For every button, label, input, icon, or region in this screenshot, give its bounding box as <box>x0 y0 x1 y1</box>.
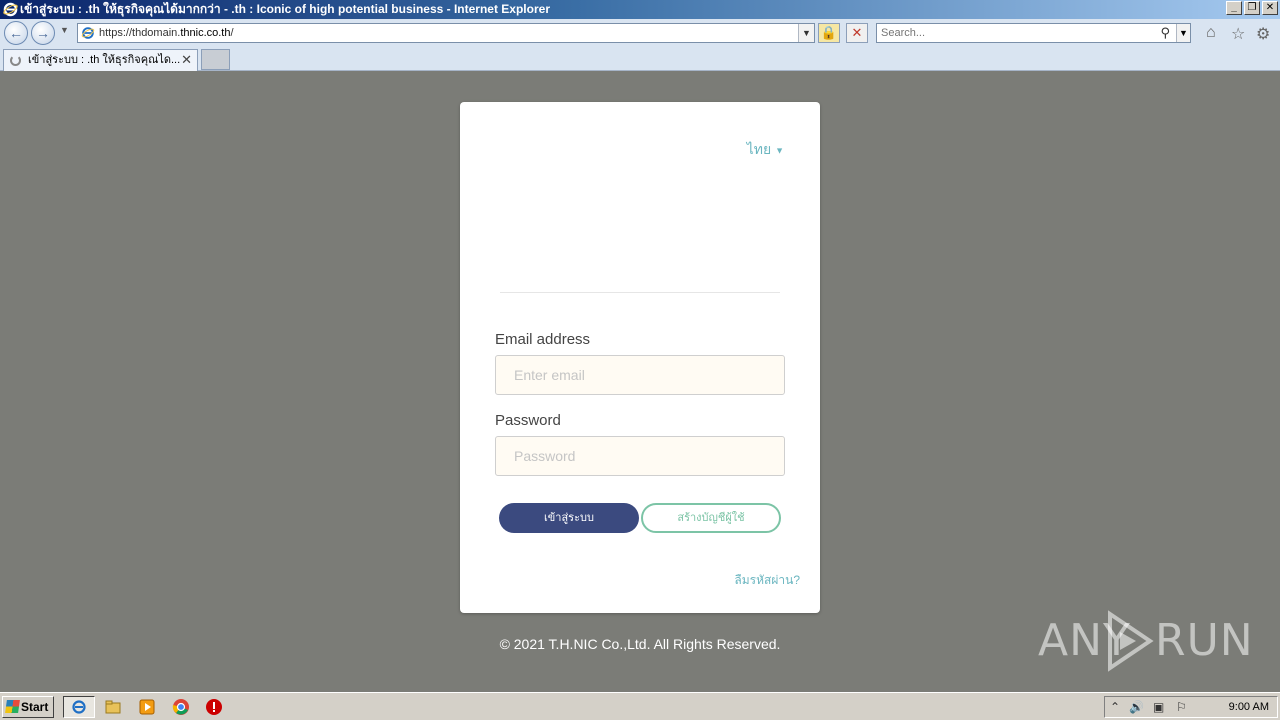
taskbar: Start ⌃ 🔊 ▣ ⚐ 9:00 AM <box>0 692 1280 720</box>
lock-icon[interactable]: 🔒 <box>818 23 840 43</box>
start-label: Start <box>21 700 49 714</box>
forward-arrow-icon: → <box>36 25 50 41</box>
search-icon[interactable]: ⚲ <box>1160 25 1170 41</box>
restore-button[interactable]: ❐ <box>1244 1 1260 15</box>
tab-title: เข้าสู่ระบบ : .th ให้ธุรกิจคุณได... <box>28 54 181 66</box>
media-player-icon[interactable] <box>138 698 156 716</box>
address-dropdown-icon[interactable]: ▼ <box>798 24 814 42</box>
search-box[interactable]: ⚲ ▼ <box>876 23 1191 43</box>
login-button[interactable]: เข้าสู่ระบบ <box>499 503 639 533</box>
history-dropdown-icon[interactable]: ▼ <box>60 25 69 35</box>
loading-spinner-icon <box>10 55 21 66</box>
gear-icon[interactable]: ⚙ <box>1256 24 1270 44</box>
login-card: ไทย ▼ Email address Password เข้าสู่ระบบ… <box>460 102 820 613</box>
back-arrow-icon: ← <box>9 25 23 41</box>
start-button[interactable]: Start <box>2 696 54 718</box>
tab-bar: เข้าสู่ระบบ : .th ให้ธุรกิจคุณได... ✕ <box>0 47 1280 71</box>
stop-icon[interactable]: ✕ <box>846 23 868 43</box>
action-center-flag-icon[interactable]: ⚐ <box>1176 700 1187 714</box>
internet-explorer-icon <box>72 700 86 714</box>
address-bar[interactable]: https://thdomain.thnic.co.th/ ▼ <box>77 23 815 43</box>
network-icon[interactable]: ▣ <box>1153 700 1164 714</box>
navigation-bar: ← → ▼ https://thdomain.thnic.co.th/ ▼ 🔒 … <box>0 19 1280 47</box>
system-tray: ⌃ 🔊 ▣ ⚐ 9:00 AM <box>1104 696 1278 718</box>
close-button[interactable]: ✕ <box>1262 1 1278 15</box>
page-ie-icon <box>81 27 95 39</box>
taskbar-clock[interactable]: 9:00 AM <box>1229 701 1269 713</box>
forward-button[interactable]: → <box>31 21 55 45</box>
internet-explorer-icon <box>3 2 18 17</box>
back-button[interactable]: ← <box>4 21 28 45</box>
search-input[interactable] <box>877 24 1157 42</box>
register-button[interactable]: สร้างบัญชีผู้ใช้ <box>641 503 781 533</box>
anyrun-watermark: ANY RUN <box>1038 610 1253 672</box>
forgot-password-link[interactable]: ลืมรหัสผ่าน? <box>734 571 800 590</box>
language-selector[interactable]: ไทย ▼ <box>747 139 784 161</box>
windows-logo-icon <box>5 700 20 713</box>
favorites-star-icon[interactable]: ☆ <box>1231 24 1245 44</box>
tab-close-icon[interactable]: ✕ <box>181 50 192 70</box>
home-icon[interactable]: ⌂ <box>1206 24 1216 42</box>
folder-icon[interactable] <box>104 698 122 716</box>
address-url[interactable]: https://thdomain.thnic.co.th/ <box>99 27 234 39</box>
new-tab-button[interactable] <box>201 49 230 70</box>
warning-shield-icon[interactable] <box>205 698 223 716</box>
caret-down-icon: ▼ <box>775 145 784 156</box>
email-label: Email address <box>495 331 591 348</box>
window-titlebar: เข้าสู่ระบบ : .th ให้ธุรกิจคุณได้มากกว่า… <box>0 0 1280 19</box>
password-input[interactable] <box>495 436 785 476</box>
password-label: Password <box>495 412 561 429</box>
window-controls: _ ❐ ✕ <box>1226 1 1278 15</box>
language-label: ไทย <box>746 141 772 157</box>
search-dropdown-icon[interactable]: ▼ <box>1176 24 1190 42</box>
window-title: เข้าสู่ระบบ : .th ให้ธุรกิจคุณได้มากกว่า… <box>20 2 550 16</box>
watermark-right-text: RUN <box>1155 615 1254 666</box>
email-input[interactable] <box>495 355 785 395</box>
minimize-button[interactable]: _ <box>1226 1 1242 15</box>
chrome-icon[interactable] <box>172 698 190 716</box>
taskbar-ie-button[interactable] <box>63 696 95 718</box>
divider <box>500 292 780 293</box>
play-logo-icon <box>1108 610 1154 672</box>
tab-login[interactable]: เข้าสู่ระบบ : .th ให้ธุรกิจคุณได... ✕ <box>3 49 198 71</box>
tray-expand-icon[interactable]: ⌃ <box>1110 700 1120 714</box>
volume-icon[interactable]: 🔊 <box>1129 700 1144 714</box>
